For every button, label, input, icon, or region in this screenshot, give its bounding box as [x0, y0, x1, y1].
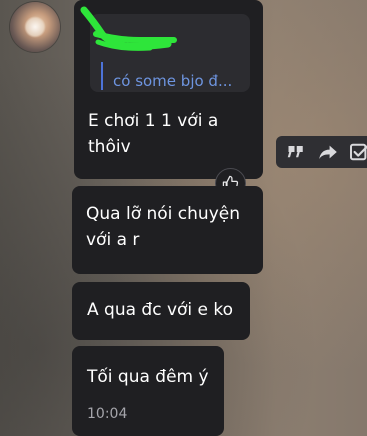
quote-icon	[287, 146, 303, 158]
reply-accent-bar	[101, 62, 103, 90]
message-text: A qua đc với e ko	[87, 300, 234, 320]
check-square-icon	[350, 143, 367, 161]
message-bubble-1[interactable]: có some bjo đ... E chơi 1 1 với a thôiv	[74, 0, 263, 179]
message-bubble-2[interactable]: Qua lỡ nói chuyện với a r	[72, 186, 263, 274]
message-text: E chơi 1 1 với a thôiv	[88, 111, 219, 157]
select-button[interactable]	[349, 141, 367, 163]
message-text: Qua lỡ nói chuyện với a r	[86, 204, 240, 250]
message-bubble-4[interactable]: Tối qua đêm ý 10:04	[72, 346, 224, 436]
quote-button[interactable]	[285, 141, 307, 163]
avatar[interactable]	[10, 2, 60, 52]
message-bubble-3[interactable]: A qua đc với e ko	[72, 282, 250, 340]
message-timestamp: 10:04	[87, 406, 128, 422]
reply-preview[interactable]: có some bjo đ...	[90, 14, 250, 92]
avatar-figure	[24, 16, 46, 38]
message-text: Tối qua đêm ý	[87, 367, 209, 387]
message-action-bar	[276, 136, 367, 168]
reply-preview-text: có some bjo đ...	[113, 72, 233, 90]
forward-icon	[319, 145, 337, 160]
forward-button[interactable]	[317, 141, 339, 163]
